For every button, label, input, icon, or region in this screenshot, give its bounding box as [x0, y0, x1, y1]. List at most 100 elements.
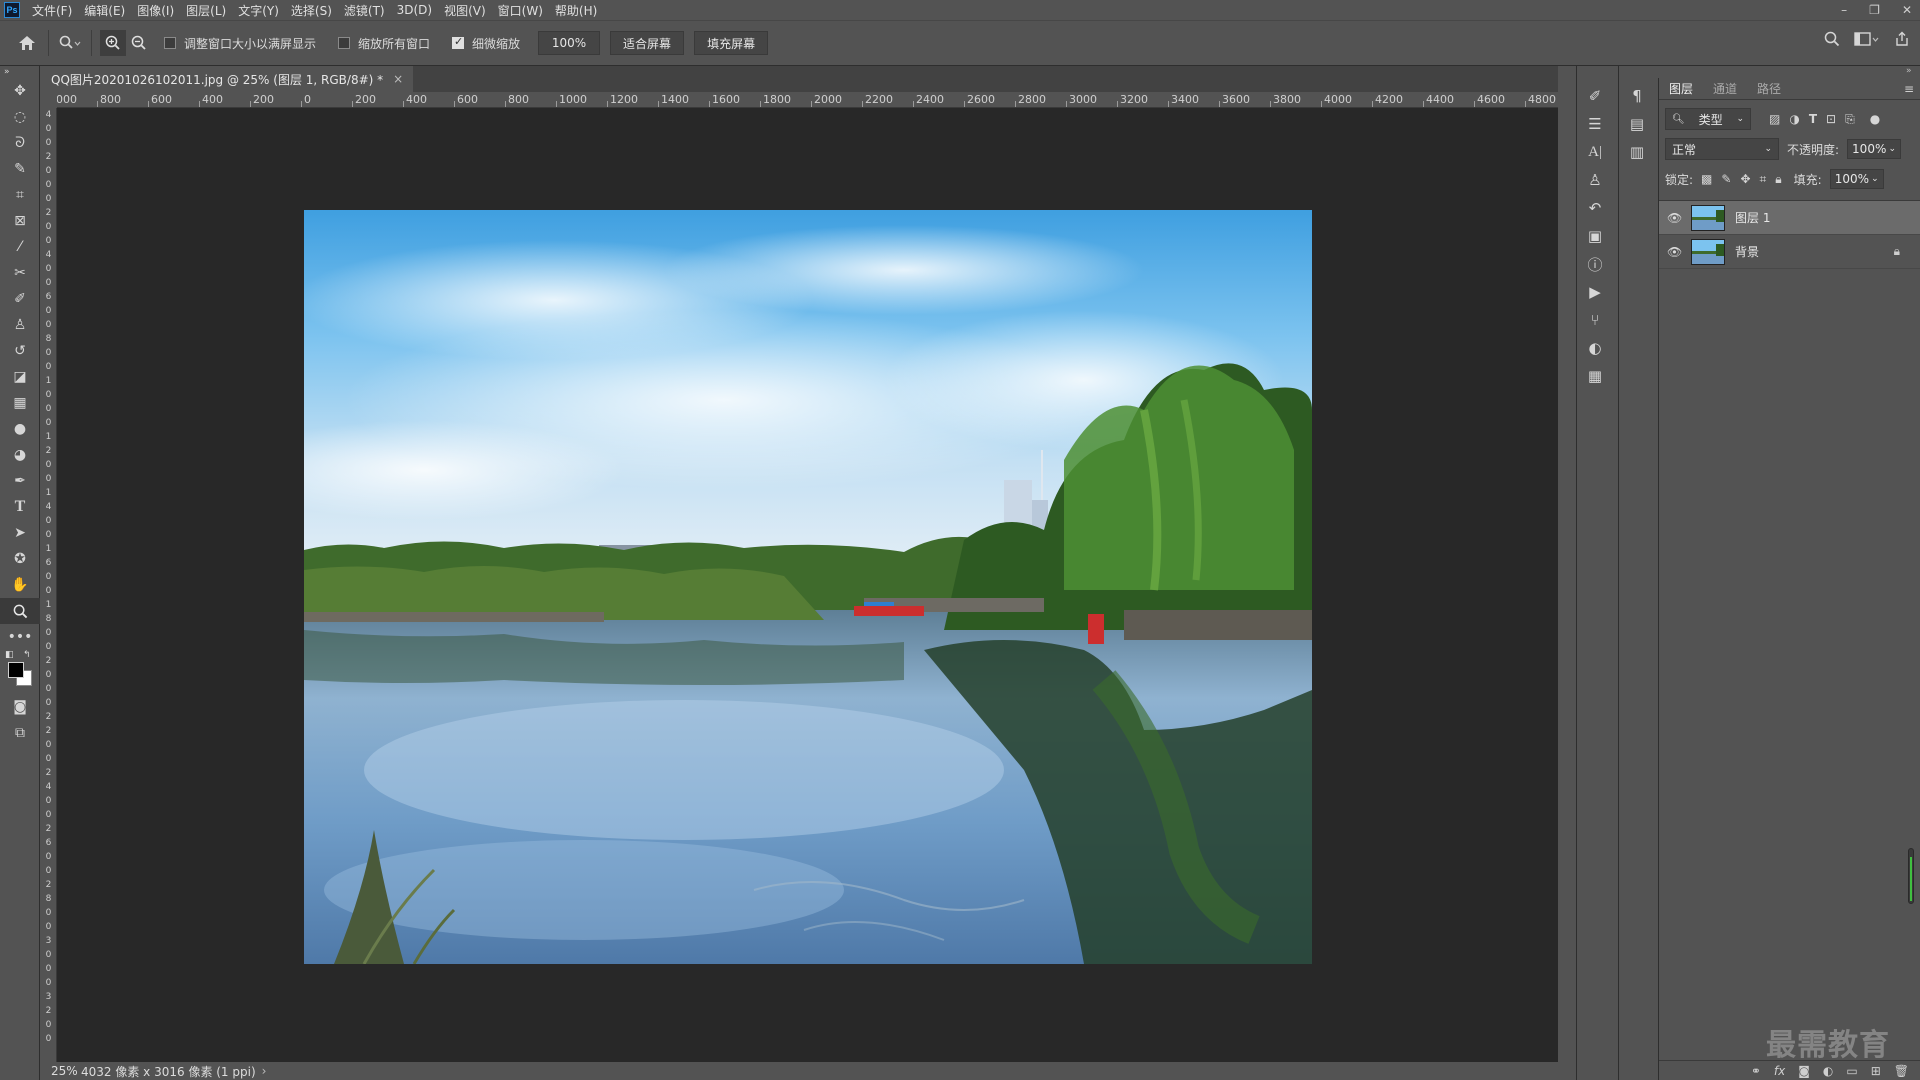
layer-name[interactable]: 图层 1 — [1735, 209, 1770, 226]
lasso-tool-icon[interactable]: ᘐ — [0, 130, 40, 156]
close-icon[interactable]: ✕ — [1902, 3, 1912, 17]
type-filter-icon[interactable]: T — [1809, 112, 1817, 127]
type-tool-icon[interactable]: T — [0, 494, 40, 520]
checkbox-box[interactable] — [338, 37, 351, 49]
lock-artboard-icon[interactable]: ⌗ — [1760, 172, 1767, 187]
edit-toolbar-icon[interactable]: ••• — [0, 624, 40, 650]
crop-tool-icon[interactable]: ⌗ — [0, 182, 40, 208]
brush-settings-icon[interactable]: ✐ — [1577, 82, 1613, 110]
layer-row[interactable]: 👁︎ 图层 1 — [1659, 201, 1920, 235]
gradient-tool-icon[interactable]: ▦ — [0, 390, 40, 416]
swap-colors-icon[interactable]: ↰ — [23, 650, 31, 660]
history-brush-tool-icon[interactable]: ↺ — [0, 338, 40, 364]
adjustment-layer-icon[interactable]: ◐ — [1823, 1064, 1833, 1078]
menu-filter[interactable]: 滤镜(T) — [338, 2, 391, 19]
layer-name[interactable]: 背景 — [1735, 243, 1759, 260]
workspace-icon[interactable] — [1854, 31, 1880, 51]
status-menu-arrow-icon[interactable]: › — [262, 1064, 267, 1078]
menu-window[interactable]: 窗口(W) — [492, 2, 549, 19]
eraser-tool-icon[interactable]: ◪ — [0, 364, 40, 390]
frame-tool-icon[interactable]: ⊠ — [0, 208, 40, 234]
chevron-down-icon[interactable]: ⌄ — [1889, 144, 1897, 154]
menu-select[interactable]: 选择(S) — [285, 2, 338, 19]
dodge-tool-icon[interactable]: ◕ — [0, 442, 40, 468]
smart-object-filter-icon[interactable]: ⎘ — [1845, 112, 1855, 127]
hand-tool-icon[interactable]: ✋ — [0, 572, 40, 598]
canvas-area[interactable] — [57, 108, 1558, 1062]
adjustment-filter-icon[interactable]: ◑ — [1789, 112, 1799, 127]
history-icon[interactable]: ↶ — [1577, 194, 1613, 222]
scrubby-zoom-checkbox[interactable]: 细微缩放 — [452, 35, 520, 52]
zoom-tool-icon[interactable] — [0, 598, 40, 624]
menu-view[interactable]: 视图(V) — [438, 2, 492, 19]
properties-icon[interactable]: ▤ — [1619, 110, 1655, 138]
menu-type[interactable]: 文字(Y) — [232, 2, 285, 19]
panel-menu-icon[interactable]: ≡ — [1904, 82, 1914, 96]
share-icon[interactable] — [1894, 31, 1910, 51]
clone-source-icon[interactable]: ♙ — [1577, 166, 1613, 194]
blur-tool-icon[interactable]: ● — [0, 416, 40, 442]
brush-tool-icon[interactable]: ✐ — [0, 286, 40, 312]
clone-stamp-tool-icon[interactable]: ♙ — [0, 312, 40, 338]
minimize-icon[interactable]: – — [1841, 3, 1847, 17]
new-layer-icon[interactable]: ⊞ — [1871, 1064, 1881, 1078]
quick-selection-tool-icon[interactable]: ✎ — [0, 156, 40, 182]
character-icon[interactable]: A| — [1577, 138, 1613, 166]
layer-lock-icon[interactable]: 🔒︎ — [1894, 244, 1900, 259]
menu-image[interactable]: 图像(I) — [131, 2, 180, 19]
panel-scrollbar[interactable] — [1908, 848, 1914, 904]
delete-layer-icon[interactable]: 🗑︎ — [1894, 1064, 1909, 1078]
glyphs-icon[interactable]: ⑂ — [1577, 306, 1613, 334]
healing-brush-tool-icon[interactable]: ✂ — [0, 260, 40, 286]
layer-style-fx-icon[interactable]: fx — [1774, 1064, 1785, 1078]
zoom-tool-preset-icon[interactable] — [57, 30, 83, 56]
filter-toggle-icon[interactable]: ● — [1870, 112, 1880, 127]
filter-kind-dropdown[interactable]: 🔍︎ 类型 ⌄ — [1665, 108, 1751, 130]
foreground-color-swatch[interactable] — [8, 662, 24, 678]
table-icon[interactable]: ▦ — [1577, 362, 1613, 390]
pen-tool-icon[interactable]: ✒ — [0, 468, 40, 494]
marquee-tool-icon[interactable]: ◌ — [0, 104, 40, 130]
shape-tool-icon[interactable]: ✪ — [0, 546, 40, 572]
lock-all-icon[interactable]: 🔒︎ — [1775, 172, 1781, 187]
ruler-origin[interactable] — [41, 92, 57, 108]
eyedropper-tool-icon[interactable]: ⁄ — [0, 234, 40, 260]
opacity-field[interactable]: 100% ⌄ — [1847, 139, 1902, 159]
document-tab[interactable]: QQ图片20201026102011.jpg @ 25% (图层 1, RGB/… — [41, 66, 414, 92]
add-mask-icon[interactable]: ◙ — [1798, 1064, 1810, 1078]
horizontal-ruler[interactable]: 1000800600400200020040060080010001200140… — [57, 92, 1558, 108]
chevron-down-icon[interactable]: ⌄ — [1871, 174, 1879, 184]
link-layers-icon[interactable]: ⚭ — [1751, 1064, 1761, 1078]
libraries-icon[interactable]: ▣ — [1577, 222, 1613, 250]
info-icon[interactable]: ⓘ — [1577, 250, 1613, 278]
layer-row[interactable]: 👁︎ 背景 🔒︎ — [1659, 235, 1920, 269]
move-tool-icon[interactable]: ✥ — [0, 78, 40, 104]
adjustments-icon[interactable]: ☰ — [1577, 110, 1613, 138]
tab-layers[interactable]: 图层 — [1659, 78, 1703, 100]
menu-file[interactable]: 文件(F) — [26, 2, 78, 19]
color-icon[interactable]: ◐ — [1577, 334, 1613, 362]
quick-mask-icon[interactable]: ◙ — [0, 694, 40, 720]
lock-position-icon[interactable]: ✥ — [1740, 172, 1750, 187]
new-group-icon[interactable]: ▭ — [1846, 1064, 1857, 1078]
collapse-toolbar-icon[interactable]: » — [0, 66, 40, 78]
search-icon[interactable] — [1824, 31, 1840, 51]
notes-icon[interactable]: ▥ — [1619, 138, 1655, 166]
menu-layer[interactable]: 图层(L) — [180, 2, 232, 19]
screen-mode-icon[interactable]: ⧉ — [0, 720, 40, 746]
restore-icon[interactable]: ❐ — [1869, 3, 1880, 17]
tab-channels[interactable]: 通道 — [1703, 78, 1747, 100]
menu-3d[interactable]: 3D(D) — [391, 3, 438, 17]
lock-image-pixels-icon[interactable]: ✎ — [1721, 172, 1731, 187]
actions-icon[interactable]: ▶ — [1577, 278, 1613, 306]
zoom-all-windows-checkbox[interactable]: 缩放所有窗口 — [338, 35, 430, 52]
tab-close-icon[interactable]: × — [393, 72, 403, 86]
fill-field[interactable]: 100% ⌄ — [1829, 169, 1884, 189]
pixel-filter-icon[interactable]: ▨ — [1769, 112, 1780, 127]
resize-windows-checkbox[interactable]: 调整窗口大小以满屏显示 — [164, 35, 316, 52]
checkbox-box[interactable] — [164, 37, 176, 49]
status-document-info[interactable]: 4032 像素 x 3016 像素 (1 ppi) — [81, 1063, 256, 1080]
zoom-out-icon[interactable] — [126, 30, 152, 56]
collapse-layers-icon[interactable]: » — [1906, 66, 1912, 78]
paragraph-icon[interactable]: ¶ — [1619, 82, 1655, 110]
